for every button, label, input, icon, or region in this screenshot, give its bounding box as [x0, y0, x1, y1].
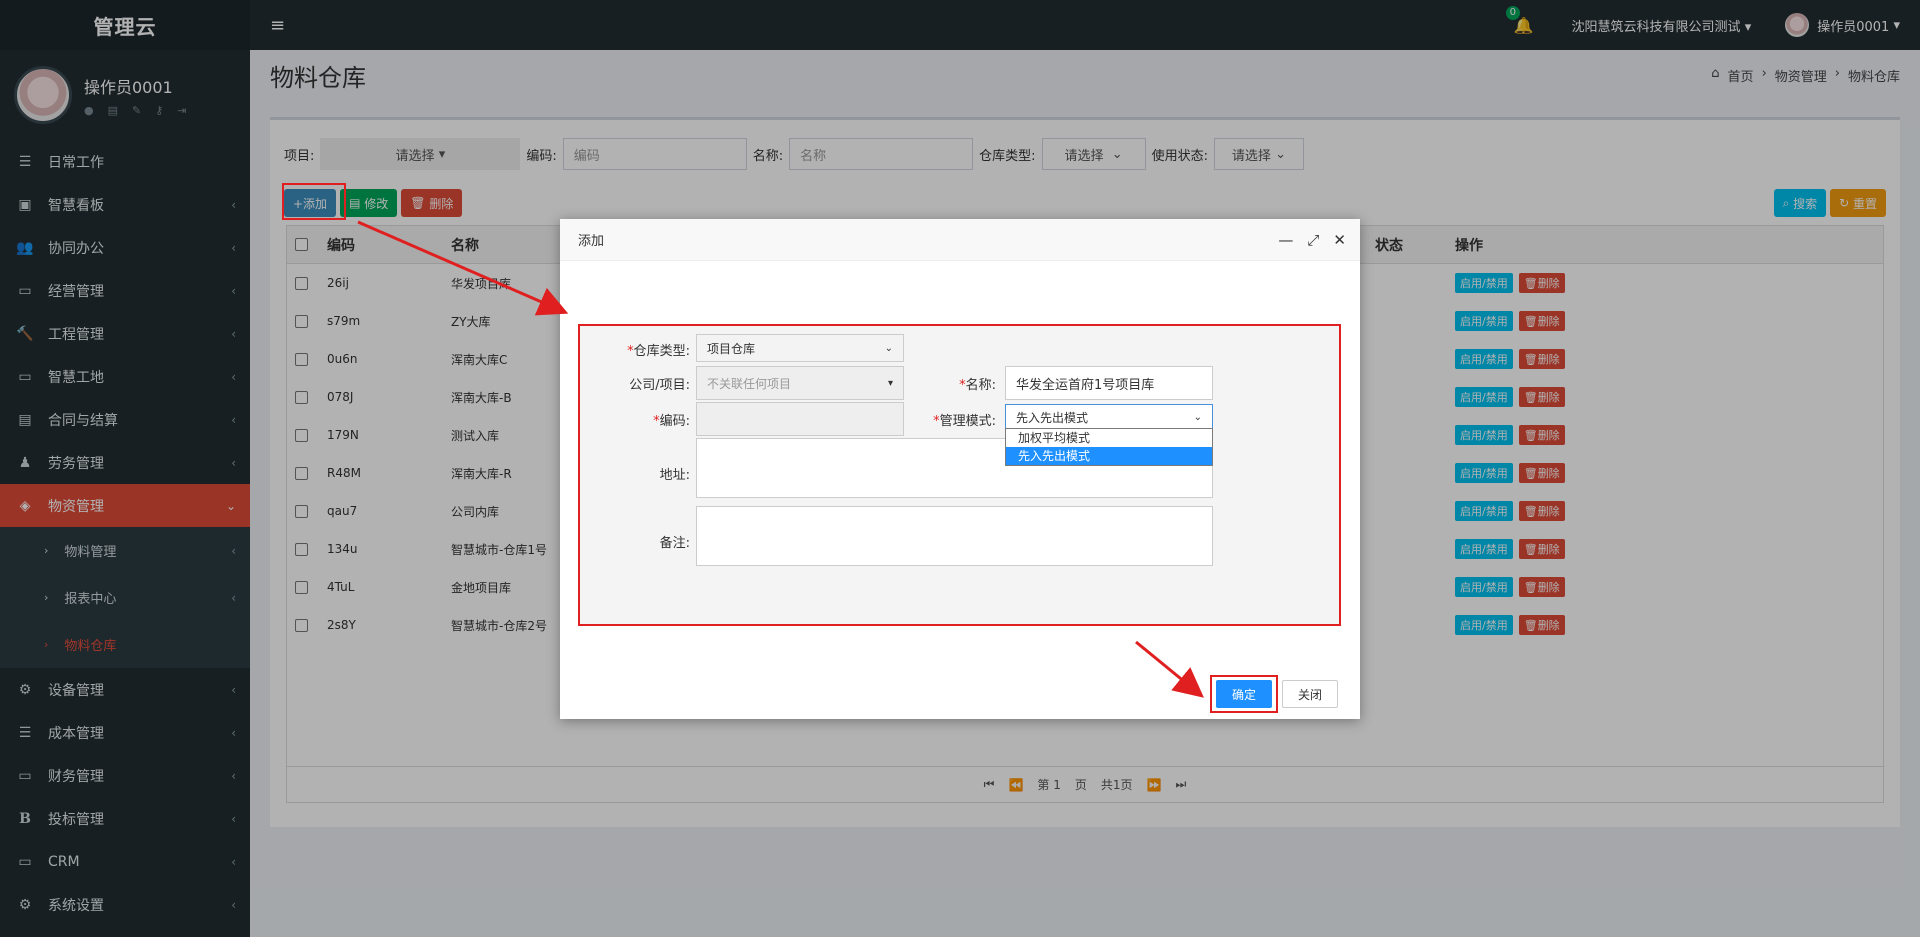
mode-label: *管理模式:: [933, 414, 996, 429]
code-input[interactable]: [696, 402, 904, 436]
dialog-title: 添加: [578, 234, 605, 249]
warehouse-type-select[interactable]: 项目仓库 ⌄: [696, 334, 904, 362]
chevron-down-icon: ⌄: [1193, 411, 1202, 423]
remark-textarea[interactable]: [696, 506, 1213, 566]
form-area: *仓库类型: 项目仓库 ⌄ 公司/项目: 不关联任何项目 ▾ *名称: 华发全运首府…: [578, 324, 1341, 626]
company-label: 公司/项目:: [629, 378, 690, 393]
code-label: *编码:: [653, 414, 690, 429]
name-label: *名称:: [959, 378, 996, 393]
mode-option-weighted[interactable]: 加权平均模式: [1006, 429, 1212, 447]
mode-select[interactable]: 先入先出模式 ⌄: [1005, 404, 1213, 430]
close-button[interactable]: 关闭: [1282, 680, 1338, 708]
chevron-down-icon: ⌄: [884, 342, 893, 354]
confirm-highlight: 确定: [1210, 675, 1278, 713]
confirm-button[interactable]: 确定: [1216, 680, 1272, 708]
remark-label: 备注:: [659, 536, 690, 551]
mode-option-fifo[interactable]: 先入先出模式: [1006, 447, 1212, 465]
dialog-header: 添加 — ⤢ ✕: [560, 219, 1360, 261]
add-button-highlight: [282, 183, 346, 220]
warehouse-type-label: *仓库类型:: [627, 344, 690, 359]
add-dialog: 添加 — ⤢ ✕ *仓库类型: 项目仓库 ⌄ 公司/项目: 不关联任何项目 ▾ *名…: [560, 219, 1360, 719]
name-input[interactable]: 华发全运首府1号项目库: [1005, 366, 1213, 400]
address-label: 地址:: [659, 468, 690, 483]
caret-down-icon: ▾: [887, 377, 893, 389]
close-icon[interactable]: ✕: [1333, 231, 1346, 249]
company-select[interactable]: 不关联任何项目 ▾: [696, 366, 904, 400]
maximize-icon[interactable]: ⤢: [1307, 231, 1319, 249]
minimize-icon[interactable]: —: [1278, 231, 1293, 249]
mode-dropdown: 加权平均模式 先入先出模式: [1005, 428, 1213, 466]
